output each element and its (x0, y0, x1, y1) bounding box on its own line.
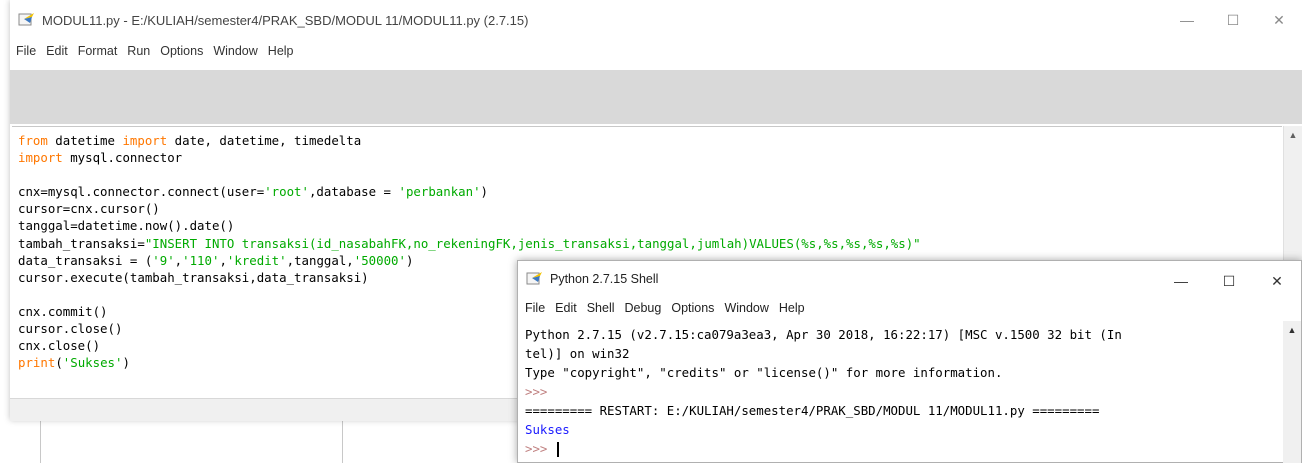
editor-menubar: File Edit Format Run Options Window Help (10, 40, 1302, 62)
close-button[interactable]: ✕ (1253, 263, 1301, 299)
menu-edit[interactable]: Edit (46, 44, 68, 58)
desktop: MODUL11.py - E:/KULIAH/semester4/PRAK_SB… (0, 0, 1302, 463)
shell-prompt: >>> (525, 441, 548, 456)
menu-options[interactable]: Options (671, 301, 714, 315)
menu-help[interactable]: Help (268, 44, 294, 58)
shell-window[interactable]: Python 2.7.15 Shell — ☐ ✕ File Edit Shel… (517, 260, 1302, 463)
code-line: from datetime import date, datetime, tim… (18, 133, 362, 148)
shell-titlebar[interactable]: Python 2.7.15 Shell — ☐ ✕ (518, 261, 1301, 297)
shell-line: tel)] on win32 (525, 346, 630, 361)
shell-input-line[interactable]: >>> (525, 439, 1282, 458)
maximize-button[interactable]: ☐ (1205, 263, 1253, 299)
menu-format[interactable]: Format (78, 44, 118, 58)
menu-debug[interactable]: Debug (625, 301, 662, 315)
close-button[interactable]: ✕ (1256, 0, 1302, 40)
shell-prompt: >>> (525, 384, 548, 399)
code-line: cnx=mysql.connector.connect(user='root',… (18, 184, 489, 200)
menu-file[interactable]: File (16, 44, 36, 58)
editor-titlebar[interactable]: MODUL11.py - E:/KULIAH/semester4/PRAK_SB… (10, 0, 1302, 40)
shell-line: Type "copyright", "credits" or "license(… (525, 365, 1003, 380)
editor-toolbar-area (10, 70, 1302, 124)
minimize-button[interactable]: — (1164, 0, 1210, 40)
menu-shell[interactable]: Shell (587, 301, 615, 315)
shell-program-output: Sukses (525, 422, 570, 437)
menu-run[interactable]: Run (127, 44, 150, 58)
shell-line: Python 2.7.15 (v2.7.15:ca079a3ea3, Apr 3… (525, 327, 1122, 342)
shell-title: Python 2.7.15 Shell (550, 272, 659, 286)
menu-window[interactable]: Window (213, 44, 257, 58)
maximize-button[interactable]: ☐ (1210, 0, 1256, 40)
minimize-button[interactable]: — (1157, 263, 1205, 299)
menu-options[interactable]: Options (160, 44, 203, 58)
menu-help[interactable]: Help (779, 301, 805, 315)
code-line: import mysql.connector (18, 150, 183, 166)
editor-title: MODUL11.py - E:/KULIAH/semester4/PRAK_SB… (42, 12, 529, 28)
text-cursor (556, 442, 559, 457)
shell-restart-line: ========= RESTART: E:/KULIAH/semester4/P… (525, 403, 1100, 418)
scroll-up-arrow-icon[interactable]: ▲ (1283, 321, 1301, 339)
python-idle-icon (526, 270, 544, 288)
menu-file[interactable]: File (525, 301, 545, 315)
menu-window[interactable]: Window (724, 301, 768, 315)
menu-edit[interactable]: Edit (555, 301, 577, 315)
scroll-up-arrow-icon[interactable]: ▲ (1284, 126, 1302, 144)
background-divider (40, 420, 41, 463)
code-line: cursor=cnx.cursor() (18, 201, 160, 217)
python-idle-icon (18, 11, 36, 29)
shell-scrollbar[interactable]: ▲ (1283, 321, 1301, 463)
shell-output[interactable]: Python 2.7.15 (v2.7.15:ca079a3ea3, Apr 3… (518, 321, 1282, 463)
code-line: tambah_transaksi="INSERT INTO transaksi(… (18, 235, 921, 251)
code-line: tanggal=datetime.now().date() (18, 218, 235, 234)
background-divider (342, 420, 343, 463)
